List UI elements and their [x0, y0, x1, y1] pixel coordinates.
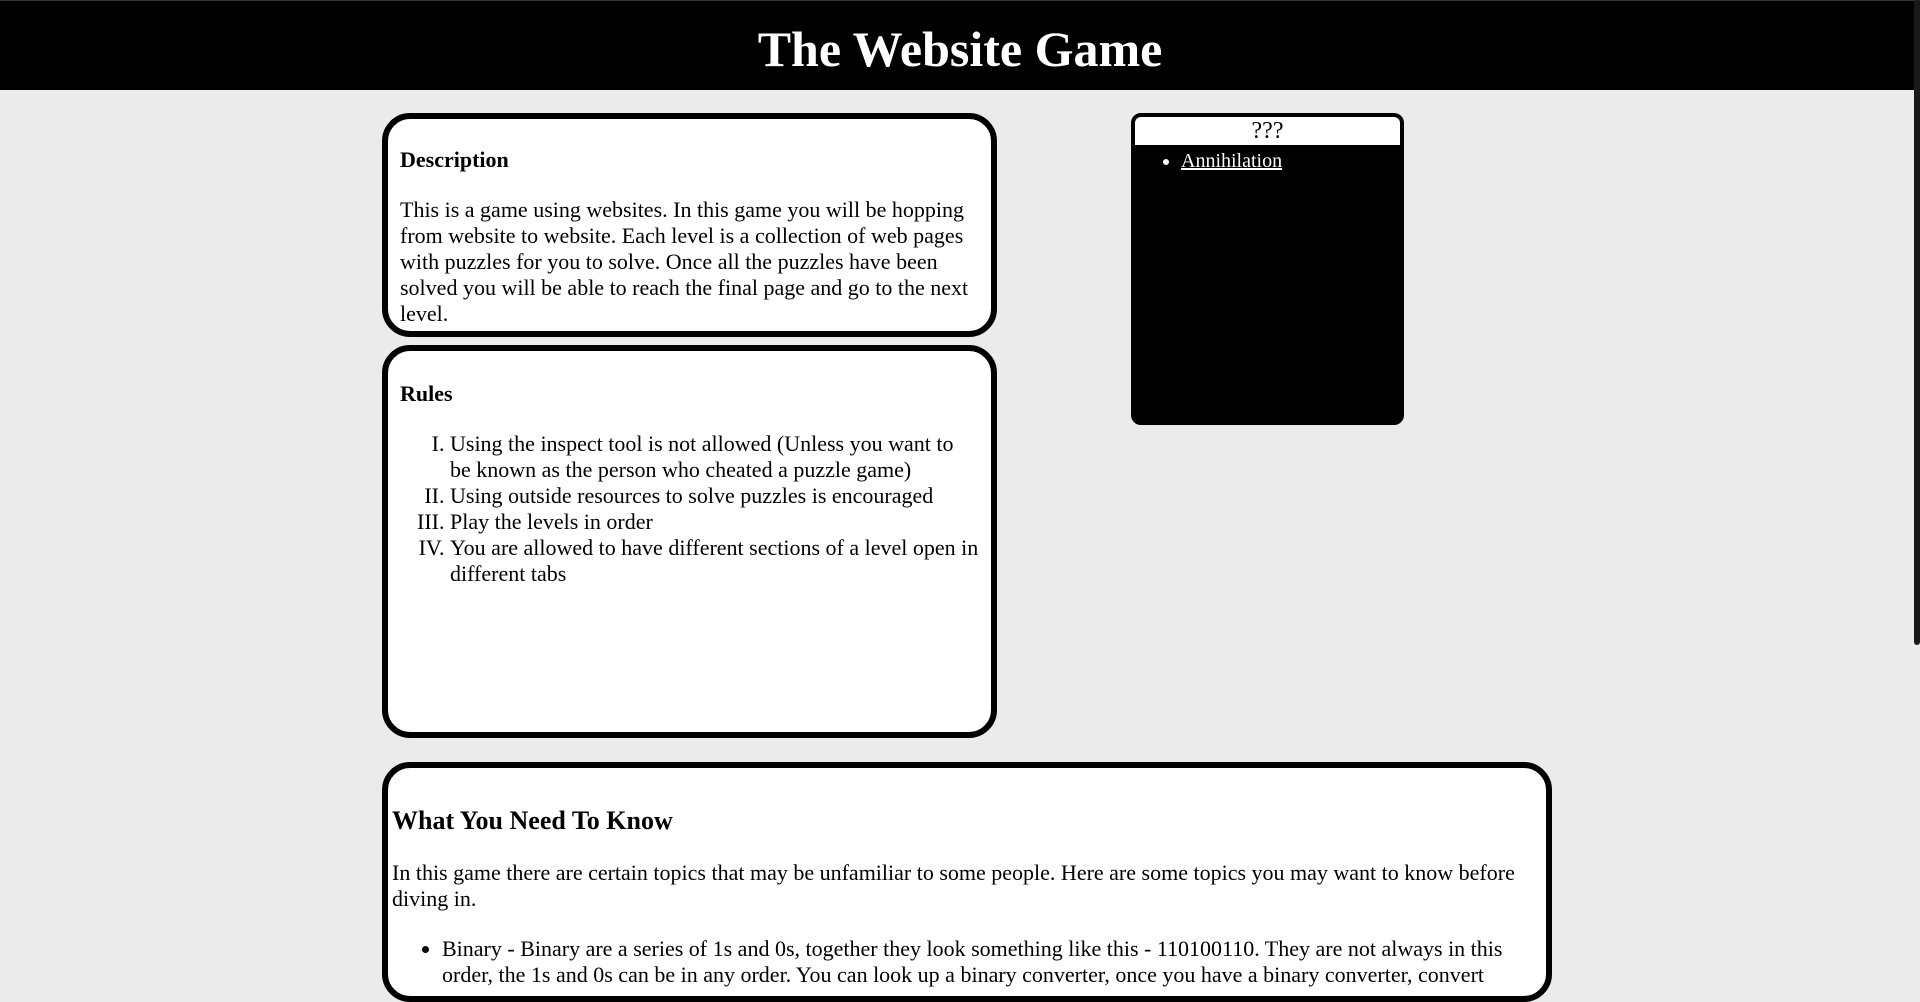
what-you-need-to-know-card: What You Need To Know In this game there…	[382, 762, 1552, 1002]
know-heading: What You Need To Know	[392, 806, 673, 835]
site-title: The Website Game	[757, 21, 1163, 77]
level-item: Annihilation	[1181, 149, 1400, 173]
know-topics-list: Binary - Binary are a series of 1s and 0…	[392, 936, 1542, 988]
level-link-annihilation[interactable]: Annihilation	[1181, 150, 1282, 172]
levels-list: Annihilation	[1135, 149, 1400, 173]
description-text: This is a game using websites. In this g…	[400, 197, 969, 326]
description-card: Description This is a game using website…	[382, 113, 997, 337]
levels-box-title: ???	[1135, 117, 1400, 145]
description-heading: Description	[400, 147, 509, 172]
rule-item: Play the levels in order	[450, 509, 979, 535]
topic-item-binary: Binary - Binary are a series of 1s and 0…	[442, 936, 1542, 988]
page-scrollbar[interactable]	[1914, 0, 1920, 645]
site-header: The Website Game	[0, 0, 1920, 90]
levels-box: ??? Annihilation	[1131, 113, 1404, 425]
rule-item: Using the inspect tool is not allowed (U…	[450, 431, 979, 483]
rules-list: Using the inspect tool is not allowed (U…	[400, 431, 979, 587]
know-intro: In this game there are certain topics th…	[392, 860, 1515, 911]
rule-item: You are allowed to have different sectio…	[450, 535, 979, 587]
rule-item: Using outside resources to solve puzzles…	[450, 483, 979, 509]
rules-card: Rules Using the inspect tool is not allo…	[382, 345, 997, 738]
rules-heading: Rules	[400, 381, 453, 406]
